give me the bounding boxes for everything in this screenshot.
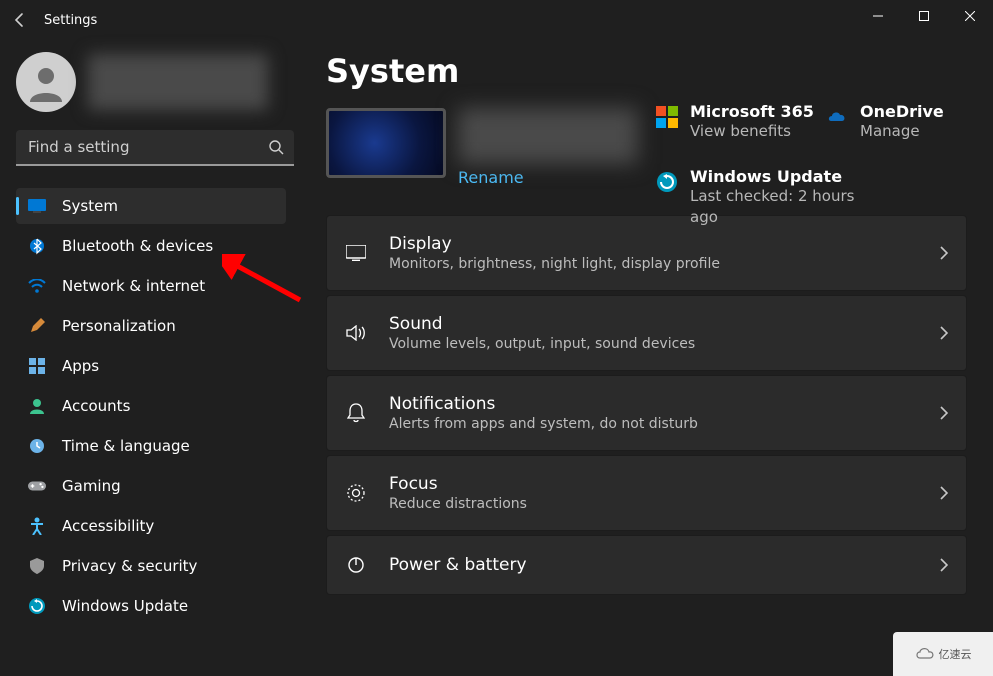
nav-list: System Bluetooth & devices Network & inter… [16, 188, 300, 624]
nav-item-time[interactable]: Time & language [16, 428, 286, 464]
row-sub: Monitors, brightness, night light, displ… [389, 256, 940, 272]
row-title: Focus [389, 474, 940, 494]
row-sub: Reduce distractions [389, 496, 940, 512]
watermark: 亿速云 [893, 632, 993, 676]
setting-row-notifications[interactable]: Notifications Alerts from apps and system… [326, 375, 967, 451]
m365-icon [656, 106, 678, 128]
nav-item-label: Accessibility [62, 517, 154, 535]
setting-row-focus[interactable]: Focus Reduce distractions [326, 455, 967, 531]
bluetooth-icon [28, 237, 46, 255]
nav-item-label: Bluetooth & devices [62, 237, 213, 255]
onedrive-title: OneDrive [860, 102, 944, 121]
device-thumbnail [326, 108, 446, 178]
avatar [16, 52, 76, 112]
chevron-right-icon [940, 246, 948, 260]
nav-item-label: Personalization [62, 317, 176, 335]
system-icon [28, 197, 46, 215]
chevron-right-icon [940, 558, 948, 572]
search-input[interactable] [16, 130, 294, 166]
nav-item-apps[interactable]: Apps [16, 348, 286, 384]
minimize-button[interactable] [855, 0, 901, 32]
nav-item-gaming[interactable]: Gaming [16, 468, 286, 504]
window-title: Settings [44, 13, 97, 28]
focus-icon [345, 483, 367, 503]
nav-item-personalization[interactable]: Personalization [16, 308, 286, 344]
nav-item-label: Privacy & security [62, 557, 197, 575]
privacy-icon [28, 557, 46, 575]
windows-update-title: Windows Update [690, 167, 860, 186]
windows-update-sub: Last checked: 2 hours ago [690, 186, 860, 227]
windows-update-icon [656, 171, 678, 193]
row-sub: Alerts from apps and system, do not dist… [389, 416, 940, 432]
device-name-redacted [458, 108, 638, 164]
nav-item-label: Windows Update [62, 597, 188, 615]
settings-list: Display Monitors, brightness, night light… [326, 215, 967, 595]
onedrive-sub: Manage [860, 121, 944, 141]
rename-link[interactable]: Rename [458, 168, 638, 187]
nav-item-label: Network & internet [62, 277, 205, 295]
service-windows-update[interactable]: Windows Update Last checked: 2 hours ago [656, 167, 986, 227]
search-icon [268, 139, 284, 155]
nav-item-label: Time & language [62, 437, 190, 455]
apps-icon [28, 357, 46, 375]
nav-item-accessibility[interactable]: Accessibility [16, 508, 286, 544]
back-button[interactable] [0, 0, 40, 40]
service-m365[interactable]: Microsoft 365 View benefits [656, 102, 826, 141]
m365-title: Microsoft 365 [690, 102, 814, 121]
chevron-right-icon [940, 326, 948, 340]
nav-item-label: Accounts [62, 397, 130, 415]
sidebar: System Bluetooth & devices Network & inter… [0, 40, 300, 676]
nav-item-privacy[interactable]: Privacy & security [16, 548, 286, 584]
row-sub: Volume levels, output, input, sound devi… [389, 336, 940, 352]
row-title: Display [389, 234, 940, 254]
nav-item-network[interactable]: Network & internet [16, 268, 286, 304]
chevron-right-icon [940, 406, 948, 420]
row-title: Power & battery [389, 555, 940, 575]
setting-row-power[interactable]: Power & battery [326, 535, 967, 595]
m365-sub: View benefits [690, 121, 814, 141]
sound-icon [345, 325, 367, 341]
notifications-icon [345, 403, 367, 423]
row-title: Notifications [389, 394, 940, 414]
network-icon [28, 277, 46, 295]
power-icon [345, 556, 367, 574]
accessibility-icon [28, 517, 46, 535]
titlebar: Settings [0, 0, 993, 40]
page-title: System [326, 52, 967, 90]
nav-item-update[interactable]: Windows Update [16, 588, 286, 624]
display-icon [345, 245, 367, 261]
nav-item-accounts[interactable]: Accounts [16, 388, 286, 424]
setting-row-sound[interactable]: Sound Volume levels, output, input, sound… [326, 295, 967, 371]
chevron-right-icon [940, 486, 948, 500]
row-title: Sound [389, 314, 940, 334]
service-onedrive[interactable]: OneDrive Manage [826, 102, 986, 141]
onedrive-icon [826, 106, 848, 128]
accounts-icon [28, 397, 46, 415]
personalization-icon [28, 317, 46, 335]
update-icon [28, 597, 46, 615]
main-panel: System Rename Microsoft 365 View benefit… [300, 40, 993, 676]
nav-item-system[interactable]: System [16, 188, 286, 224]
nav-item-label: Gaming [62, 477, 121, 495]
profile-info-redacted [88, 54, 268, 110]
nav-item-label: System [62, 197, 118, 215]
nav-item-label: Apps [62, 357, 99, 375]
time-icon [28, 437, 46, 455]
profile-block[interactable] [16, 48, 300, 116]
close-button[interactable] [947, 0, 993, 32]
gaming-icon [28, 477, 46, 495]
maximize-button[interactable] [901, 0, 947, 32]
nav-item-bluetooth[interactable]: Bluetooth & devices [16, 228, 286, 264]
